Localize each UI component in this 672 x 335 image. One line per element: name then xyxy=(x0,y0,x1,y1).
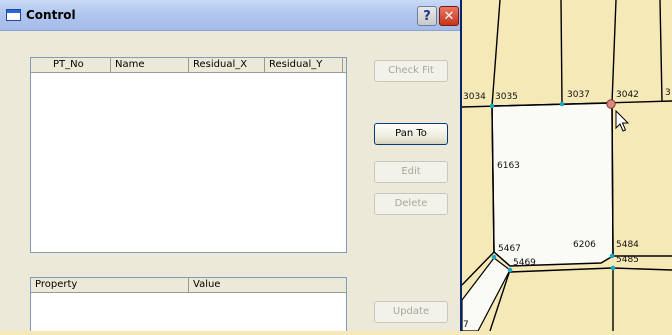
map-label: 3035 xyxy=(495,92,518,102)
property-list-header: Property Value xyxy=(31,278,346,293)
delete-button[interactable]: Delete xyxy=(374,193,448,215)
map-label: 5467 xyxy=(498,244,521,254)
vertex xyxy=(489,103,495,109)
map-label: 7 xyxy=(463,320,469,330)
map-label: 3042 xyxy=(616,90,639,100)
map-label: 3034 xyxy=(463,92,486,102)
map-label: 5484 xyxy=(616,240,639,250)
column-header-name[interactable]: Name xyxy=(111,58,189,72)
map-label: 3 xyxy=(665,88,671,98)
column-header-residual-y[interactable]: Residual_Y xyxy=(265,58,343,72)
vertex xyxy=(610,265,616,271)
check-fit-button[interactable]: Check Fit xyxy=(374,60,448,82)
vertex xyxy=(609,253,615,259)
window-icon xyxy=(6,9,21,21)
residual-list-header: PT_No Name Residual_X Residual_Y xyxy=(31,58,346,73)
control-dialog: Control ? ✕ PT_No Name Residual_X Residu… xyxy=(0,0,462,331)
map-label: 6163 xyxy=(497,161,520,171)
map-label: 5469 xyxy=(513,258,536,268)
selected-vertex xyxy=(606,99,616,109)
dialog-titlebar[interactable]: Control ? ✕ xyxy=(0,0,460,31)
close-icon: ✕ xyxy=(443,8,455,24)
vertex xyxy=(491,254,497,260)
help-button[interactable]: ? xyxy=(417,6,437,26)
column-header-property[interactable]: Property xyxy=(31,278,189,292)
pan-to-button[interactable]: Pan To xyxy=(374,123,448,145)
map-label: 3037 xyxy=(567,90,590,100)
help-icon: ? xyxy=(423,8,431,24)
edit-button[interactable]: Edit xyxy=(374,161,448,183)
vertex xyxy=(559,101,565,107)
column-header-residual-x[interactable]: Residual_X xyxy=(189,58,265,72)
property-list[interactable]: Property Value xyxy=(30,277,347,331)
dialog-title: Control xyxy=(26,8,76,22)
residual-list[interactable]: PT_No Name Residual_X Residual_Y xyxy=(30,57,347,253)
map-label: 5485 xyxy=(616,255,639,265)
map-label: 6206 xyxy=(573,240,596,250)
close-button[interactable]: ✕ xyxy=(439,6,459,26)
update-button[interactable]: Update xyxy=(374,301,448,323)
vertex xyxy=(507,267,513,273)
column-header-pt-no[interactable]: PT_No xyxy=(31,58,111,72)
column-header-value[interactable]: Value xyxy=(189,278,347,292)
